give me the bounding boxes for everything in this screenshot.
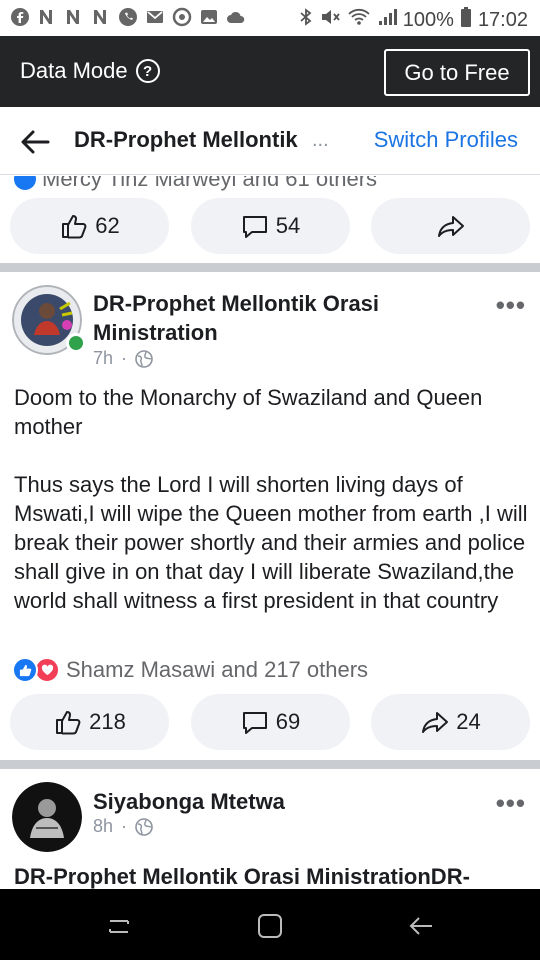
like-button[interactable]: 62 <box>10 198 169 254</box>
feed: Mercy Tinz Marweyi and 61 others 62 54 D… <box>0 176 540 889</box>
data-mode-text: Data Mode <box>20 58 128 83</box>
signal-icon <box>377 7 397 33</box>
share-icon <box>422 712 449 733</box>
post-divider <box>0 263 540 272</box>
post-time[interactable]: 7h <box>93 348 113 369</box>
author-avatar[interactable] <box>12 782 82 852</box>
previous-post-actions: 62 54 <box>10 198 530 254</box>
previous-reactions-text: Mercy Tinz Marweyi and 61 others <box>42 176 378 191</box>
comment-icon <box>242 216 267 238</box>
post-paragraph: Thus says the Lord I will shorten living… <box>14 472 528 613</box>
battery-percent: 100% <box>402 8 454 31</box>
home-icon[interactable] <box>255 911 285 941</box>
post-author-name[interactable]: Siyabonga Mtetwa <box>93 787 473 816</box>
thumbs-up-icon <box>62 215 87 239</box>
shared-post-title[interactable]: DR-Prophet Mellontik Orasi MinistrationD… <box>14 864 470 889</box>
post-options-icon[interactable]: ••• <box>496 788 526 819</box>
mute-icon <box>319 7 341 33</box>
data-mode-bar: Data Mode ? Go to Free <box>0 36 540 107</box>
location-icon <box>172 7 192 27</box>
reactions-text: Shamz Masawi and 217 others <box>66 657 369 682</box>
post-paragraph: Doom to the Monarchy of Swaziland and Qu… <box>14 385 483 439</box>
back-icon[interactable] <box>406 911 436 941</box>
post-time[interactable]: 8h <box>93 816 113 837</box>
gmail-icon <box>145 7 165 27</box>
profile-header: DR-Prophet Mellontik ... Switch Profiles <box>0 107 540 175</box>
back-arrow-icon[interactable] <box>18 125 52 159</box>
comment-icon <box>242 712 267 734</box>
online-status-dot <box>66 333 86 353</box>
like-reaction-icon <box>14 176 36 190</box>
globe-icon <box>135 349 153 368</box>
battery-icon <box>460 6 472 34</box>
like-button[interactable]: 218 <box>10 694 169 750</box>
bluetooth-icon <box>299 7 313 33</box>
system-nav-bar <box>0 889 540 960</box>
comment-count: 69 <box>275 709 301 734</box>
share-icon <box>437 216 464 237</box>
switch-profiles-link[interactable]: Switch Profiles <box>374 127 518 153</box>
system-indicators: 100% 17:02 <box>299 6 528 34</box>
facebook-icon <box>10 7 30 27</box>
notification-icons <box>10 7 246 27</box>
like-count: 62 <box>95 213 120 238</box>
share-button[interactable]: 24 <box>371 694 530 750</box>
previous-post-reactions[interactable]: Mercy Tinz Marweyi and 61 others <box>14 176 377 192</box>
clock: 17:02 <box>477 8 528 31</box>
wifi-icon <box>347 7 371 33</box>
post-meta: 7h · <box>93 348 153 369</box>
post-reactions-summary[interactable]: Shamz Masawi and 217 others <box>12 657 368 683</box>
meta-dot: · <box>121 348 128 368</box>
post-author-name[interactable]: DR-Prophet Mellontik Orasi Ministration <box>93 289 473 347</box>
share-button[interactable] <box>371 198 530 254</box>
meta-dot: · <box>121 816 128 836</box>
like-reaction-icon <box>12 657 38 683</box>
recent-apps-icon[interactable] <box>104 911 134 941</box>
comment-count: 54 <box>275 213 301 238</box>
help-icon[interactable]: ? <box>135 59 160 83</box>
n-icon <box>91 7 111 27</box>
post-divider <box>0 760 540 769</box>
whatsapp-icon <box>118 7 138 27</box>
comment-button[interactable]: 69 <box>190 694 350 750</box>
post-options-icon[interactable]: ••• <box>496 290 526 321</box>
thumbs-up-icon <box>56 711 81 735</box>
like-count: 218 <box>89 709 126 734</box>
go-to-free-button[interactable]: Go to Free <box>384 49 530 96</box>
cloud-icon <box>226 7 246 27</box>
post-actions: 218 69 24 <box>10 694 530 750</box>
post-meta: 8h · <box>93 816 153 837</box>
data-mode-label[interactable]: Data Mode ? <box>20 58 160 84</box>
post-body: Doom to the Monarchy of Swaziland and Qu… <box>14 383 532 615</box>
status-bar: 100% 17:02 <box>0 0 540 36</box>
globe-icon <box>135 817 153 836</box>
page-title: DR-Prophet Mellontik <box>74 127 298 152</box>
share-count: 24 <box>456 709 481 734</box>
comment-button[interactable]: 54 <box>190 198 350 254</box>
n-icon <box>37 7 57 27</box>
gallery-icon <box>199 7 219 27</box>
title-ellipsis: ... <box>312 129 329 151</box>
n-icon <box>64 7 84 27</box>
